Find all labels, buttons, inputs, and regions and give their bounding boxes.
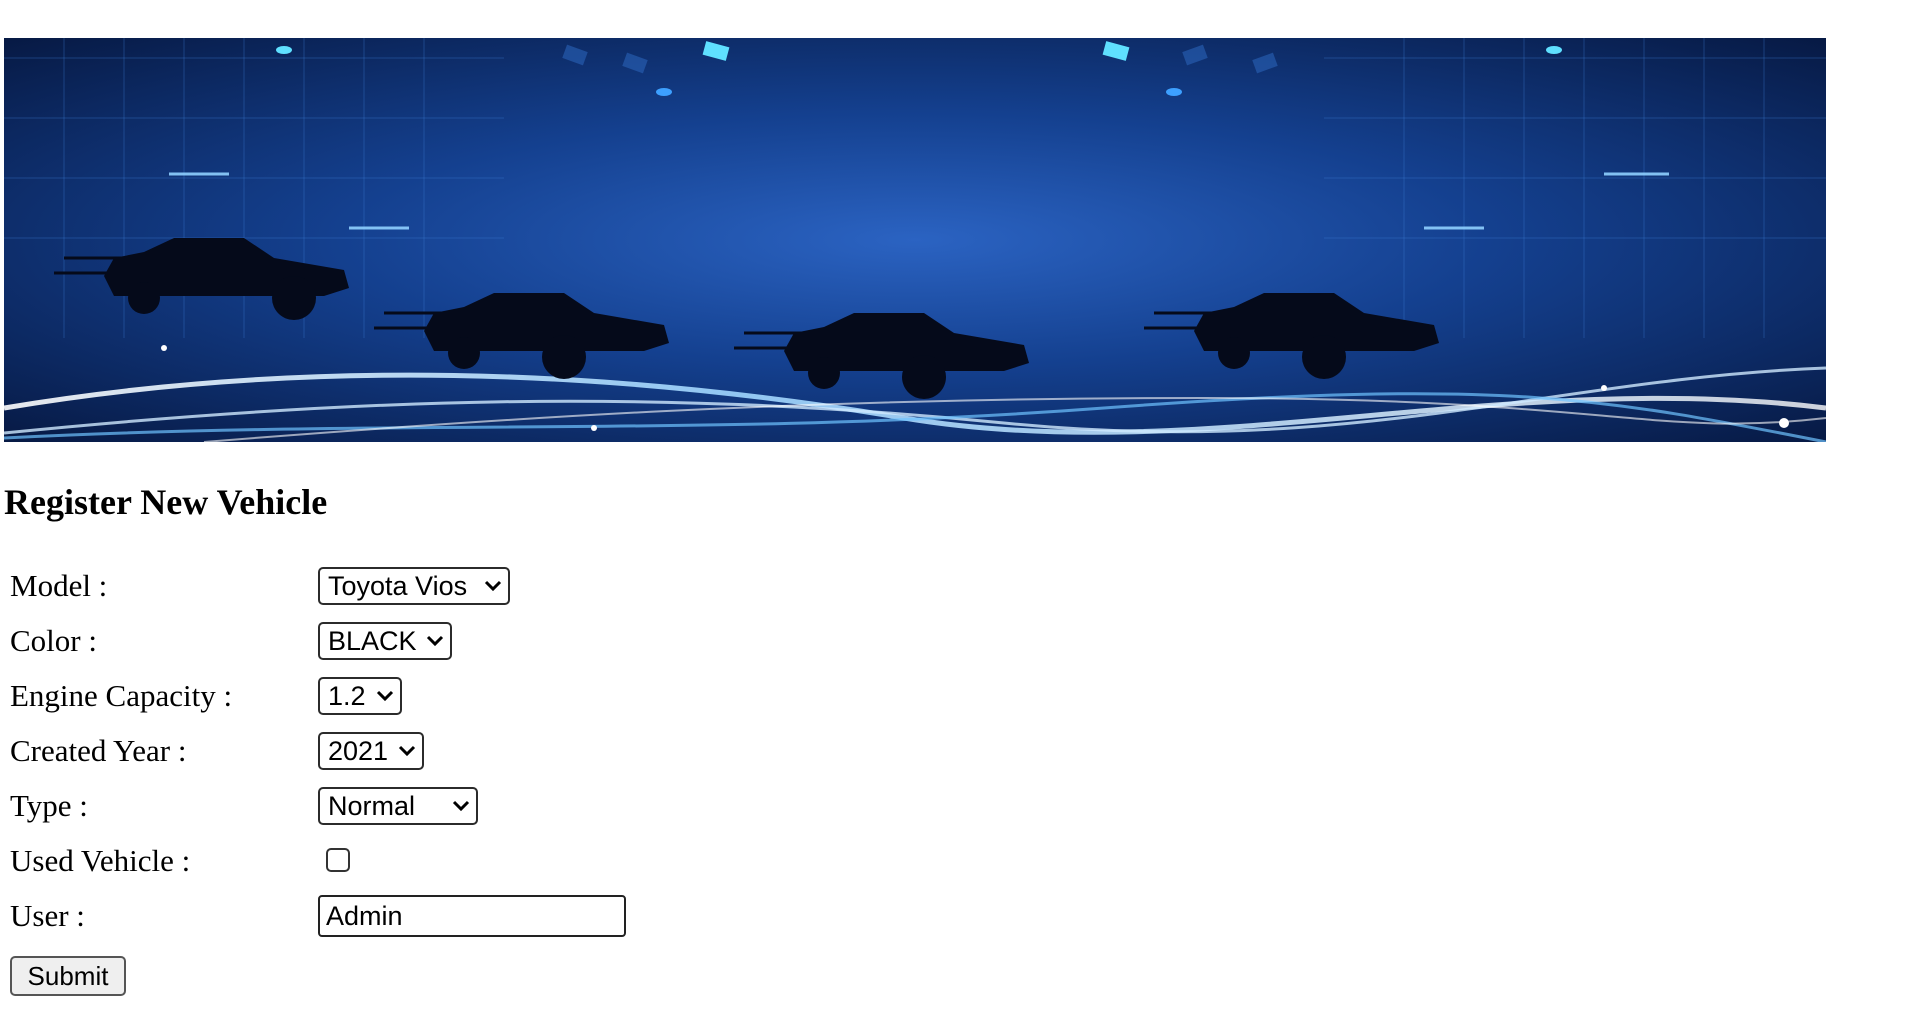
used-vehicle-control [318,839,350,872]
color-label: Color : [10,623,97,658]
header-banner [4,38,1826,442]
user-input[interactable]: Admin [318,895,626,937]
chevron-down-icon [376,690,394,702]
used-vehicle-label: Used Vehicle : [10,843,191,878]
created-year-label: Created Year : [10,733,187,768]
created-year-value: 2021 [328,735,389,766]
chevron-down-icon [398,745,416,757]
model-row: Model : Toyota Vios [10,564,710,608]
created-year-select[interactable]: 2021 [318,732,424,770]
chevron-down-icon [452,800,470,812]
used-vehicle-row: Used Vehicle : [10,839,710,883]
created-year-row: Created Year : 2021 [10,729,710,773]
model-select[interactable]: Toyota Vios [318,567,510,605]
engine-capacity-row: Engine Capacity : 1.2 [10,674,710,718]
engine-capacity-value: 1.2 [328,680,366,711]
type-row: Type : Normal [10,784,710,828]
page-title: Register New Vehicle [4,482,328,522]
speeding-cars-image [4,38,1826,442]
user-label: User : [10,898,85,933]
engine-capacity-label: Engine Capacity : [10,678,233,713]
engine-capacity-select[interactable]: 1.2 [318,677,402,715]
chevron-down-icon [426,635,444,647]
used-vehicle-checkbox[interactable] [326,848,350,872]
type-value: Normal [328,790,416,821]
type-select[interactable]: Normal [318,787,478,825]
chevron-down-icon [484,580,502,592]
color-row: Color : BLACK [10,619,710,663]
color-select[interactable]: BLACK [318,622,452,660]
user-row: User : Admin [10,894,710,938]
submit-button[interactable]: Submit [10,956,126,996]
model-value: Toyota Vios [328,570,468,601]
model-label: Model : [10,568,108,603]
color-value: BLACK [328,625,417,656]
type-label: Type : [10,788,88,823]
